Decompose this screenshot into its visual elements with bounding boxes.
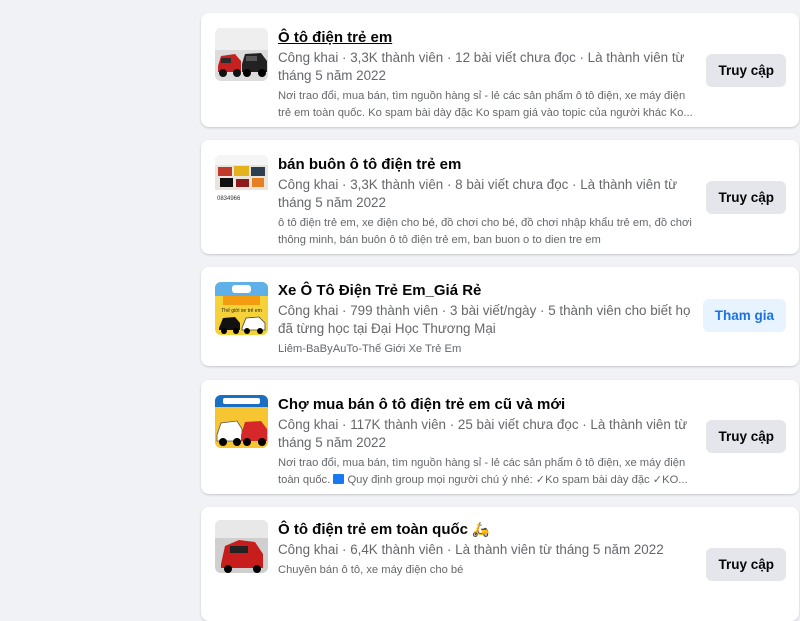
group-meta: Công khai · 117K thành viên · 25 bài viế… — [278, 417, 688, 450]
group-meta: Công khai · 799 thành viên · 3 bài viết/… — [278, 303, 691, 336]
group-description: ô tô điện trẻ em, xe điện cho bé, đồ chơ… — [278, 217, 692, 246]
thumbnail-caption: Thế giới xe trẻ em — [221, 308, 262, 314]
group-thumbnail[interactable] — [215, 28, 268, 81]
group-title-link[interactable]: Chợ mua bán ô tô điện trẻ em cũ và mới — [278, 395, 700, 414]
group-title-text: Ô tô điện trẻ em toàn quốc — [278, 521, 469, 538]
group-card: Thế giới xe trẻ em Xe Ô Tô Điện Trẻ Em_G… — [201, 267, 799, 366]
group-description: Liêm-BaByAuTo-Thế Giới Xe Trẻ Em — [278, 343, 462, 355]
notice-icon — [333, 473, 345, 484]
thumbnail-phone-text: 0834966 — [217, 196, 241, 202]
group-card: Ô tô điện trẻ em Công khai · 3,3K thành … — [201, 13, 799, 127]
group-card: Ô tô điện trẻ em toàn quốc 🛵 Công khai ·… — [201, 507, 799, 621]
visit-button[interactable]: Truy cập — [706, 548, 786, 581]
group-card: 0834966 bán buôn ô tô điện trẻ em Công k… — [201, 140, 799, 254]
group-description: Chuyên bán ô tô, xe máy điện cho bé — [278, 564, 464, 576]
group-thumbnail[interactable]: 0834966 — [215, 155, 268, 208]
group-title-link[interactable]: bán buôn ô tô điện trẻ em — [278, 155, 700, 174]
group-title-link[interactable]: Xe Ô Tô Điện Trẻ Em_Giá Rẻ — [278, 281, 700, 300]
group-meta: Công khai · 3,3K thành viên · 12 bài viế… — [278, 50, 685, 83]
group-thumbnail[interactable]: Thế giới xe trẻ em — [215, 282, 268, 335]
group-card: Chợ mua bán ô tô điện trẻ em cũ và mới C… — [201, 380, 799, 494]
group-description: Nơi trao đổi, mua bán, tìm nguồn hàng sỉ… — [278, 455, 700, 488]
group-description-part: Quy định group mọi người chú ý nhé: ✓Ko … — [344, 473, 688, 486]
group-meta: Công khai · 3,3K thành viên · 8 bài viết… — [278, 177, 678, 210]
group-description: Nơi trao đổi, mua bán, tìm nguồn hàng sỉ… — [278, 90, 693, 119]
visit-button[interactable]: Truy cập — [706, 420, 786, 453]
join-button[interactable]: Tham gia — [702, 299, 786, 332]
visit-button[interactable]: Truy cập — [706, 54, 786, 87]
group-thumbnail[interactable] — [215, 395, 268, 448]
group-title-link[interactable]: Ô tô điện trẻ em toàn quốc 🛵 — [278, 520, 700, 539]
group-meta: Công khai · 6,4K thành viên · Là thành v… — [278, 542, 664, 557]
group-title-link[interactable]: Ô tô điện trẻ em — [278, 28, 700, 47]
group-thumbnail[interactable] — [215, 520, 268, 573]
scooter-emoji-icon: 🛵 — [472, 521, 490, 537]
visit-button[interactable]: Truy cập — [706, 181, 786, 214]
